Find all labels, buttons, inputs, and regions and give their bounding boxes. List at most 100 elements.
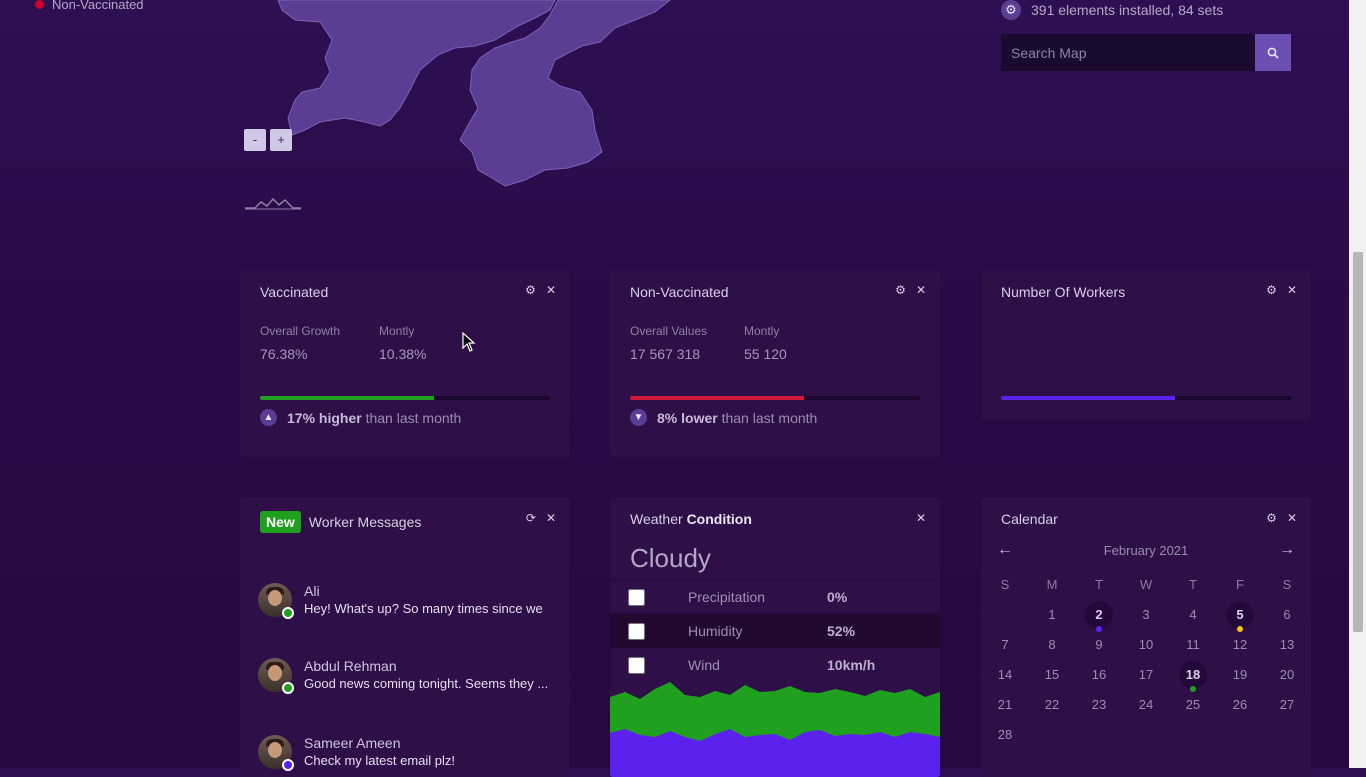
calendar-day[interactable]: 18 (1179, 661, 1207, 692)
scrollbar-thumb[interactable] (1353, 252, 1363, 632)
online-status-icon (282, 607, 294, 619)
calendar-day[interactable]: 3 (1126, 601, 1166, 629)
close-icon[interactable]: ✕ (546, 283, 556, 297)
calendar-day[interactable]: 22 (1032, 691, 1072, 719)
stat-value: 55 120 (744, 346, 787, 362)
close-icon[interactable]: ✕ (1287, 283, 1297, 297)
trend-text: than last month (721, 409, 818, 426)
legend-dot (35, 0, 44, 9)
row-checkbox[interactable] (628, 588, 645, 606)
country-map[interactable] (250, 0, 690, 195)
calendar-day[interactable]: 10 (1126, 631, 1166, 659)
card-title: Number Of Workers (1001, 284, 1126, 300)
calendar-weekday: T (1095, 577, 1103, 592)
close-icon[interactable]: ✕ (546, 511, 556, 525)
weather-value: 10km/h (827, 657, 876, 673)
calendar-day[interactable]: 28 (985, 721, 1025, 749)
calendar-day[interactable]: 20 (1267, 661, 1307, 689)
card-title: Calendar (1001, 511, 1058, 527)
close-icon[interactable]: ✕ (916, 511, 926, 525)
card-worker-messages: New Worker Messages ⟳ ✕ Ali Hey! What's … (240, 497, 570, 777)
message-text: Check my latest email plz! (304, 753, 455, 768)
zoom-in-button[interactable]: + (270, 129, 292, 151)
calendar-day[interactable]: 2 (1085, 601, 1113, 632)
weather-label: Humidity (688, 623, 743, 639)
calendar-day[interactable]: 14 (985, 661, 1025, 689)
row-checkbox[interactable] (628, 622, 645, 640)
gear-icon: ⚙ (1001, 0, 1021, 20)
calendar-day[interactable]: 13 (1267, 631, 1307, 659)
weather-value: 52% (827, 623, 856, 639)
weather-area-bottom (610, 729, 940, 777)
online-status-icon (282, 682, 294, 694)
settings-icon[interactable]: ⚙ (1266, 283, 1277, 297)
calendar-day[interactable]: 15 (1032, 661, 1072, 689)
arrow-left-icon[interactable]: ← (997, 541, 1013, 559)
calendar-day[interactable]: 17 (1126, 661, 1166, 689)
refresh-icon[interactable]: ⟳ (526, 511, 536, 525)
calendar-day[interactable]: 11 (1173, 631, 1213, 659)
calendar-weekday: M (1046, 577, 1058, 592)
calendar-day[interactable]: 16 (1079, 661, 1119, 689)
calendar-day[interactable]: 8 (1032, 631, 1072, 659)
list-item[interactable]: Ali Hey! What's up? So many times since … (258, 583, 554, 619)
weather-condition: Cloudy (630, 543, 711, 573)
message-text: Hey! What's up? So many times since we (304, 601, 543, 616)
progress-bar (260, 396, 550, 400)
weather-area-chart (610, 682, 940, 777)
settings-icon[interactable]: ⚙ (525, 283, 536, 297)
calendar-day[interactable]: 23 (1079, 691, 1119, 719)
progress-bar-fill (1001, 396, 1175, 400)
installed-text: 391 elements installed, 84 sets (1031, 2, 1224, 18)
search-input[interactable] (1001, 34, 1255, 71)
row-checkbox[interactable] (628, 656, 645, 674)
calendar-day[interactable]: 12 (1220, 631, 1260, 659)
trend-bold: 8% lower (657, 409, 718, 426)
new-badge: New (260, 511, 301, 533)
settings-icon[interactable]: ⚙ (895, 283, 906, 297)
card-title: Non-Vaccinated (630, 284, 729, 300)
list-item[interactable]: Sameer Ameen Check my latest email plz! (258, 735, 554, 771)
stat-label: Overall Values (630, 324, 708, 338)
calendar-weekday: T (1189, 577, 1197, 592)
zoom-out-button[interactable]: - (244, 129, 266, 151)
calendar-day[interactable]: 19 (1220, 661, 1260, 689)
legend-non-vaccinated: Non-Vaccinated (35, 0, 144, 12)
calendar-day[interactable]: 21 (985, 691, 1025, 719)
trend-bold: 17% higher (287, 409, 362, 426)
search-button[interactable] (1255, 34, 1291, 71)
calendar-weekday: S (1000, 577, 1010, 592)
message-sender: Ali (304, 583, 320, 599)
stat-value: 17 567 318 (630, 346, 701, 362)
calendar-day[interactable]: 5 (1226, 601, 1254, 632)
page-scrollbar[interactable] (1349, 0, 1366, 768)
weather-label: Precipitation (688, 589, 766, 605)
calendar-day[interactable]: 25 (1173, 691, 1213, 719)
message-sender: Sameer Ameen (304, 735, 401, 751)
trend-text: than last month (365, 409, 462, 426)
progress-bar (1001, 396, 1291, 400)
calendar-day[interactable]: 24 (1126, 691, 1166, 719)
avatar (258, 735, 294, 771)
list-item[interactable]: Abdul Rehman Good news coming tonight. S… (258, 658, 554, 694)
calendar-day[interactable]: 4 (1173, 601, 1213, 629)
progress-bar-fill (630, 396, 804, 400)
map-search (1001, 34, 1291, 71)
mouse-cursor-icon (462, 332, 476, 352)
chevron-up-icon: ▲ (260, 409, 277, 426)
calendar-day[interactable]: 7 (985, 631, 1025, 659)
calendar-weekday: F (1236, 577, 1244, 592)
settings-icon[interactable]: ⚙ (1266, 511, 1277, 525)
stat-label: Montly (744, 324, 780, 338)
weather-label: Wind (688, 657, 720, 673)
calendar-day[interactable]: 27 (1267, 691, 1307, 719)
calendar-day[interactable]: 9 (1079, 631, 1119, 659)
calendar-day[interactable]: 26 (1220, 691, 1260, 719)
close-icon[interactable]: ✕ (1287, 511, 1297, 525)
stat-value: 76.38% (260, 346, 308, 362)
calendar-day[interactable]: 1 (1032, 601, 1072, 629)
card-weather: Weather Condition ✕ Cloudy Precipitation… (610, 497, 940, 777)
arrow-right-icon[interactable]: → (1279, 541, 1295, 559)
close-icon[interactable]: ✕ (916, 283, 926, 297)
calendar-day[interactable]: 6 (1267, 601, 1307, 629)
